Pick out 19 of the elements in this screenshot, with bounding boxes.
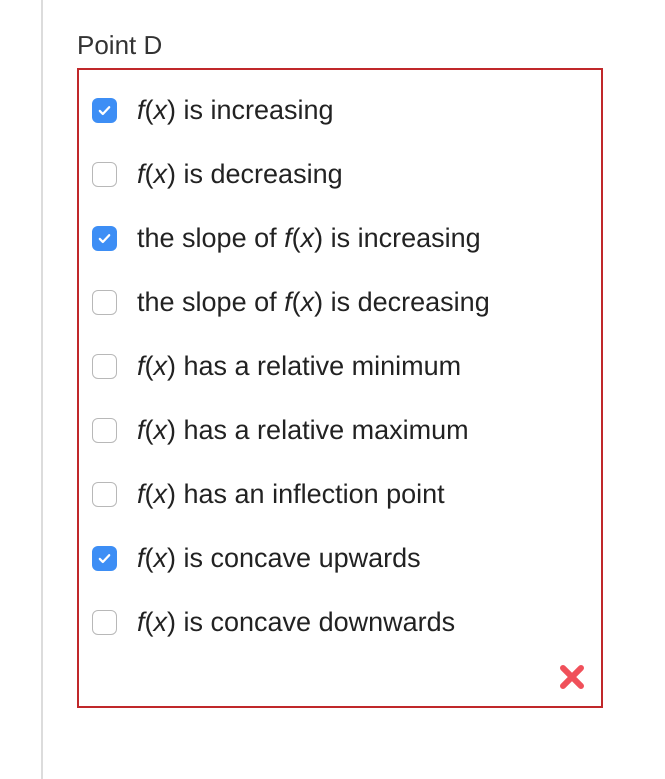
checkbox[interactable] [92, 290, 117, 314]
checkbox[interactable] [92, 354, 117, 378]
option-label: f(x) has a relative maximum [137, 414, 469, 447]
option-label: f(x) has a relative minimum [137, 350, 462, 383]
checkbox[interactable] [92, 418, 117, 442]
checkbox[interactable] [92, 482, 117, 506]
checkbox[interactable] [92, 610, 117, 634]
option-label: f(x) has an inflection point [137, 478, 445, 511]
option-label: the slope of f(x) is increasing [137, 222, 481, 255]
checkbox[interactable] [92, 546, 117, 570]
question-label: Point D [77, 29, 164, 62]
option-label: f(x) is concave upwards [137, 542, 421, 575]
option-label: f(x) is decreasing [137, 158, 343, 191]
option-label: f(x) is increasing [137, 94, 334, 127]
checkbox[interactable] [92, 98, 117, 122]
checkbox[interactable] [92, 162, 117, 186]
option-label: f(x) is concave downwards [137, 606, 456, 639]
checkbox[interactable] [92, 226, 117, 250]
option-label: the slope of f(x) is decreasing [137, 286, 490, 319]
